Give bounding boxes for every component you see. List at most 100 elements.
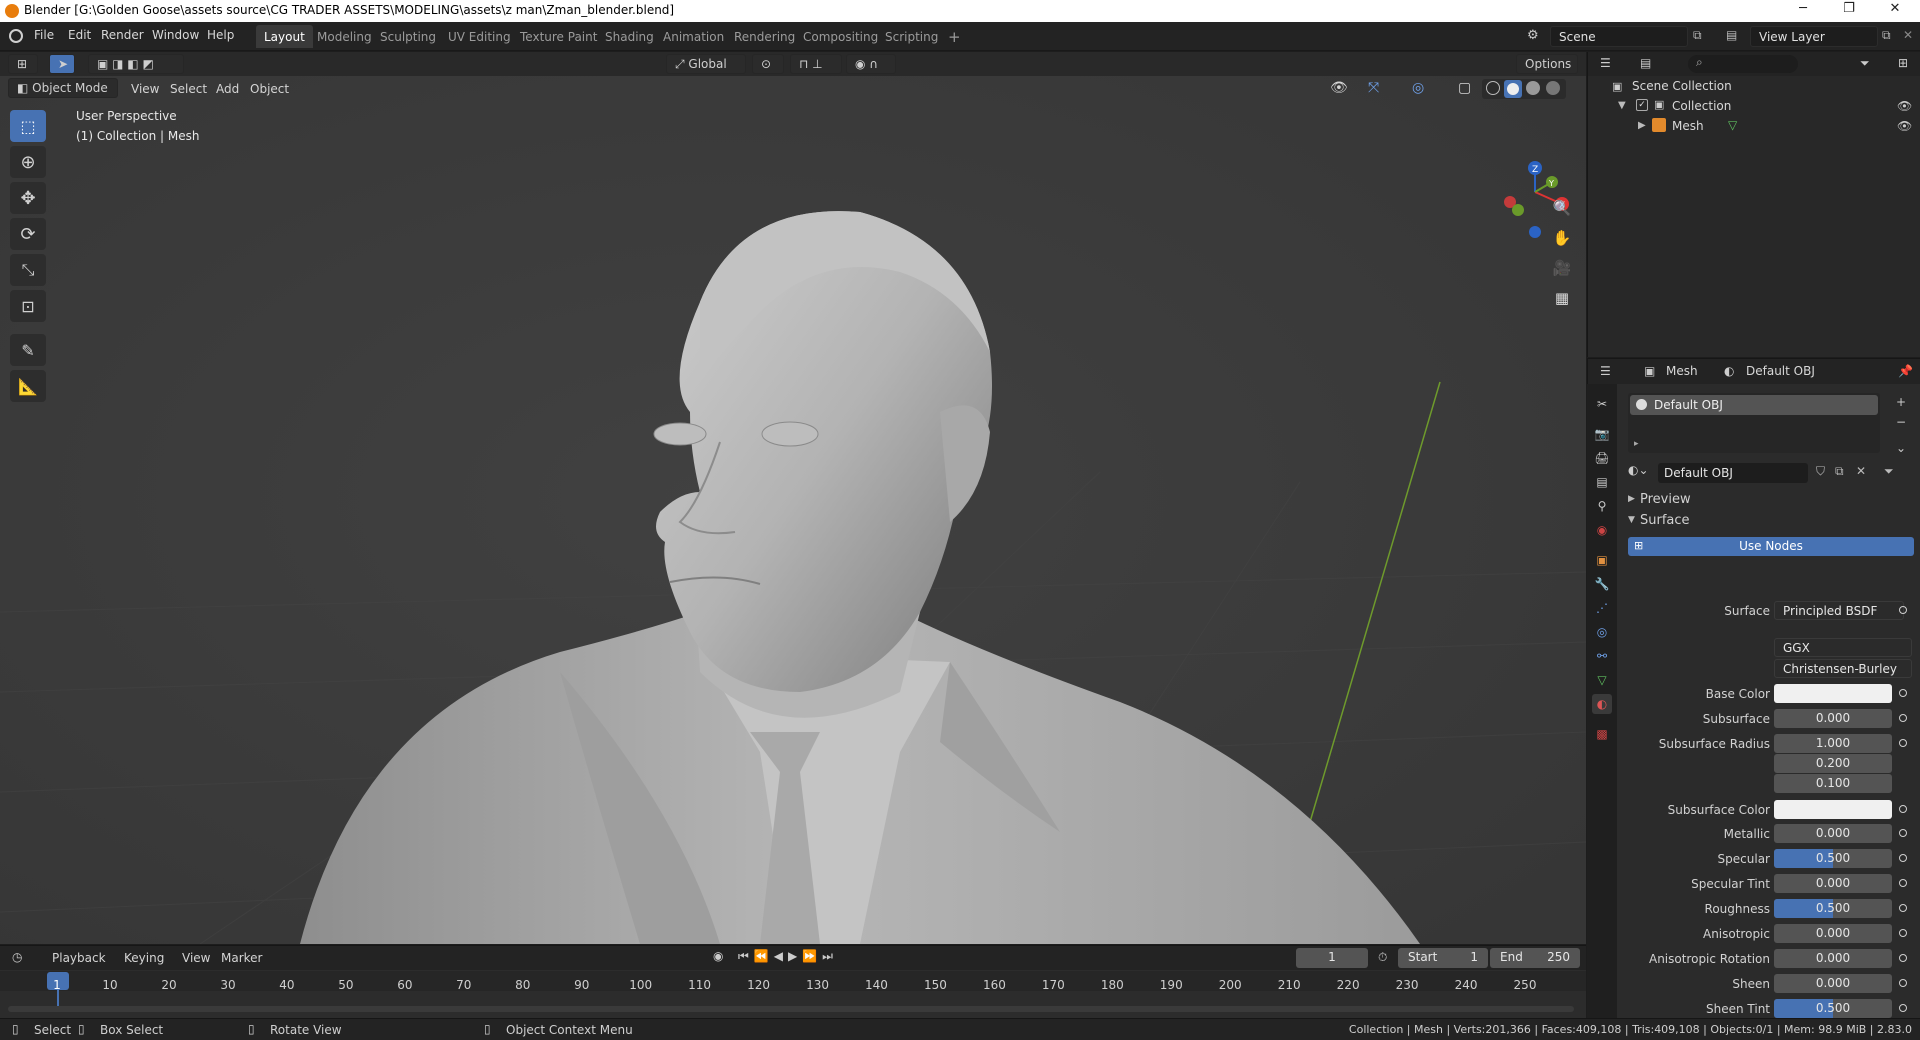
annotate-tool[interactable]: ✎: [10, 334, 46, 366]
number-field[interactable]: 0.500: [1774, 899, 1892, 918]
duplicate-material-icon[interactable]: ⧉: [1835, 464, 1844, 479]
number-field[interactable]: 0.000: [1774, 824, 1892, 843]
zoom-icon[interactable]: 🔍: [1550, 196, 1574, 220]
color-swatch[interactable]: [1774, 800, 1892, 819]
rotate-tool[interactable]: ⟳: [10, 218, 46, 250]
link-socket-icon[interactable]: [1899, 689, 1907, 697]
minimize-button[interactable]: ─: [1780, 1, 1826, 21]
surface-panel-header[interactable]: Surface: [1640, 513, 1690, 528]
transform-orientation-dropdown[interactable]: ⤢ Global: [666, 54, 746, 74]
select-tool-icon[interactable]: ➤: [49, 54, 75, 74]
texture-tab-icon[interactable]: ▩: [1592, 724, 1612, 744]
select-mode-buttons[interactable]: ▣ ◨ ◧ ◩: [88, 54, 184, 74]
physics-tab-icon[interactable]: ◎: [1592, 622, 1612, 642]
outliner-editor-type-icon[interactable]: ☰: [1600, 56, 1611, 70]
outliner-search-input[interactable]: ⌕: [1688, 55, 1798, 73]
link-socket-icon[interactable]: [1899, 714, 1907, 722]
scale-tool[interactable]: ⤡: [10, 254, 46, 286]
preview-range-icon[interactable]: ⏱: [1378, 950, 1387, 965]
solid-shading-button[interactable]: [1504, 80, 1522, 98]
number-field[interactable]: 0.000: [1774, 949, 1892, 968]
view-layer-field[interactable]: View Layer: [1750, 26, 1878, 47]
outliner-collection[interactable]: Collection: [1672, 99, 1731, 113]
remove-slot-button[interactable]: −: [1896, 415, 1906, 429]
new-scene-icon[interactable]: ⧉: [1693, 28, 1702, 43]
surface-shader-dropdown[interactable]: Principled BSDF: [1774, 601, 1904, 620]
object-tab-icon[interactable]: ▣: [1592, 550, 1612, 570]
tab-scripting[interactable]: Scripting: [877, 25, 946, 48]
menu-file[interactable]: File: [34, 28, 54, 42]
number-field[interactable]: 0.200: [1774, 754, 1892, 773]
distribution-dropdown[interactable]: GGX: [1774, 638, 1912, 657]
collection-checkbox[interactable]: ✓: [1636, 99, 1648, 111]
preview-panel-header[interactable]: Preview: [1640, 492, 1691, 507]
add-workspace-button[interactable]: +: [940, 23, 969, 46]
viewport-menu-view[interactable]: View: [131, 82, 159, 96]
tab-sculpting[interactable]: Sculpting: [372, 25, 444, 48]
material-name-field[interactable]: Default OBJ: [1658, 463, 1808, 483]
remove-view-layer-icon[interactable]: ✕: [1903, 28, 1913, 42]
number-field[interactable]: 0.500: [1774, 849, 1892, 868]
editor-type-button[interactable]: ⊞: [8, 54, 38, 74]
fake-user-icon[interactable]: ⛉: [1816, 464, 1825, 479]
link-socket-icon[interactable]: [1899, 739, 1907, 747]
outliner-scene-collection[interactable]: Scene Collection: [1632, 79, 1732, 93]
expand-collection-icon[interactable]: ▼: [1618, 100, 1626, 111]
new-view-layer-icon[interactable]: ⧉: [1882, 28, 1891, 43]
slot-list-expand-icon[interactable]: ▸: [1634, 439, 1639, 449]
timeline-menu-keying[interactable]: Keying: [124, 951, 164, 965]
number-field[interactable]: 1.000: [1774, 734, 1892, 753]
scene-tab-icon[interactable]: ⚲: [1592, 496, 1612, 516]
data-tab-icon[interactable]: ▽: [1592, 670, 1612, 690]
preview-collapse-icon[interactable]: ▶: [1628, 494, 1635, 504]
link-socket-icon[interactable]: [1899, 929, 1907, 937]
outliner-mesh[interactable]: Mesh: [1672, 119, 1704, 133]
tab-shading[interactable]: Shading: [597, 25, 662, 48]
view-layer-tab-icon[interactable]: ▤: [1592, 472, 1612, 492]
number-field[interactable]: 0.000: [1774, 874, 1892, 893]
timeline-editor-type-icon[interactable]: ◷: [12, 950, 22, 964]
modifier-tab-icon[interactable]: 🔧: [1592, 574, 1612, 594]
pan-hand-icon[interactable]: ✋: [1550, 226, 1574, 250]
tool-tab-icon[interactable]: ✂: [1592, 394, 1612, 414]
move-tool[interactable]: ✥: [10, 182, 46, 214]
material-filter-icon[interactable]: ⏷: [1884, 464, 1894, 479]
end-frame-field[interactable]: End 250: [1490, 948, 1580, 968]
slot-specials-icon[interactable]: ⌄: [1896, 441, 1906, 455]
timeline-menu-marker[interactable]: Marker: [221, 951, 262, 965]
mesh-visibility-icon[interactable]: 👁: [1897, 119, 1912, 133]
tab-modeling[interactable]: Modeling: [309, 25, 380, 48]
link-socket-icon[interactable]: [1899, 879, 1907, 887]
link-socket-icon[interactable]: [1899, 954, 1907, 962]
start-frame-field[interactable]: Start 1: [1398, 948, 1488, 968]
viewport-menu-add[interactable]: Add: [216, 82, 239, 96]
camera-view-icon[interactable]: 🎥: [1550, 256, 1574, 280]
link-socket-icon[interactable]: [1899, 1004, 1907, 1012]
filter-icon[interactable]: ⏷: [1860, 56, 1870, 71]
unlink-material-icon[interactable]: ✕: [1856, 464, 1866, 478]
ortho-toggle-icon[interactable]: ▦: [1550, 286, 1574, 310]
world-tab-icon[interactable]: ◉: [1592, 520, 1612, 540]
record-keyframe-icon[interactable]: ◉: [713, 949, 723, 963]
current-frame-field[interactable]: 1: [1296, 948, 1368, 968]
playback-controls[interactable]: ⏮⏪◀▶⏩⏭: [738, 949, 838, 964]
expand-mesh-icon[interactable]: ▶: [1638, 120, 1646, 131]
visibility-icon[interactable]: 👁: [1330, 80, 1348, 96]
browse-material-icon[interactable]: ◐⌄: [1628, 463, 1652, 483]
3d-viewport[interactable]: Z X Y ⊞ ➤ ▣ ◨ ◧ ◩ ⤢ Global ⊙ ⊓ ⊥ ◉ ∩ Opt…: [0, 52, 1586, 944]
particles-tab-icon[interactable]: ⋰: [1592, 598, 1612, 618]
close-button[interactable]: ✕: [1872, 1, 1918, 21]
menu-window[interactable]: Window: [152, 28, 199, 42]
timeline-menu-playback[interactable]: Playback: [52, 951, 106, 965]
select-box-tool[interactable]: ⬚: [10, 110, 46, 142]
link-socket-icon[interactable]: [1899, 904, 1907, 912]
wireframe-shading-icon[interactable]: [1486, 81, 1500, 95]
number-field[interactable]: 0.000: [1774, 924, 1892, 943]
snap-button[interactable]: ⊓ ⊥: [790, 54, 842, 74]
properties-editor-type-icon[interactable]: ☰: [1600, 364, 1611, 378]
use-nodes-button[interactable]: ⊞ Use Nodes: [1628, 537, 1914, 556]
options-dropdown[interactable]: Options: [1516, 54, 1578, 74]
timeline-scrollbar[interactable]: [8, 1006, 1574, 1012]
transform-tool[interactable]: ⊡: [10, 290, 46, 322]
material-tab-icon[interactable]: ◐: [1592, 694, 1612, 714]
